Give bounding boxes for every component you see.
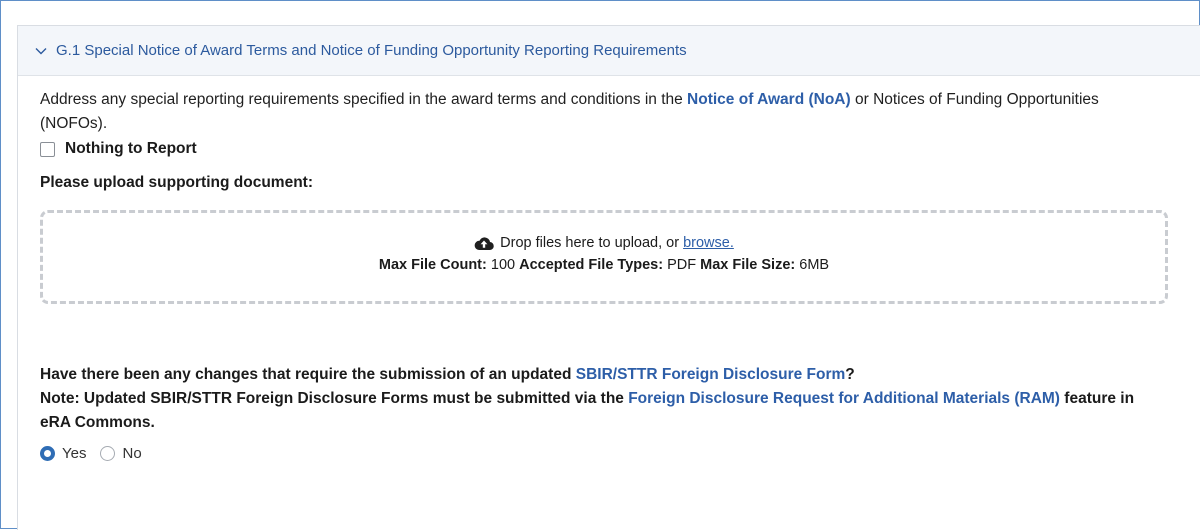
intro-text: Address any special reporting requiremen…: [40, 88, 1170, 136]
file-types-value: PDF: [667, 257, 697, 273]
chevron-down-icon[interactable]: [32, 42, 50, 60]
section-title: G.1 Special Notice of Award Terms and No…: [56, 42, 687, 59]
radio-yes[interactable]: [40, 446, 55, 461]
max-size-label: Max File Size:: [700, 257, 796, 273]
nothing-to-report-label[interactable]: Nothing to Report: [65, 140, 197, 158]
foreign-disclosure-form-link[interactable]: SBIR/STTR Foreign Disclosure Form: [576, 366, 846, 383]
upload-constraints: Max File Count: 100 Accepted File Types:…: [379, 257, 829, 273]
disclosure-question: Have there been any changes that require…: [40, 363, 1160, 435]
foreign-disclosure-ram-link[interactable]: Foreign Disclosure Request for Additiona…: [628, 390, 1060, 407]
section-body: Address any special reporting requiremen…: [18, 88, 1200, 462]
radio-no[interactable]: [100, 446, 116, 461]
cloud-upload-icon: [474, 236, 494, 251]
window-frame: G.1 Special Notice of Award Terms and No…: [0, 0, 1200, 530]
question-text-after: ?: [845, 366, 855, 383]
max-count-value: 100: [490, 257, 516, 273]
disclosure-radio-group: Yes No: [40, 445, 1179, 462]
section-header[interactable]: G.1 Special Notice of Award Terms and No…: [18, 26, 1200, 76]
question-note: Note: Updated SBIR/STTR Foreign Disclosu…: [40, 387, 1160, 435]
nothing-to-report-checkbox[interactable]: [40, 141, 55, 157]
nothing-to-report-row[interactable]: Nothing to Report: [40, 140, 1179, 158]
question-line: Have there been any changes that require…: [40, 363, 1160, 387]
intro-text-before: Address any special reporting requiremen…: [40, 91, 688, 108]
radio-yes-label[interactable]: Yes: [62, 445, 86, 462]
file-types-label: Accepted File Types:: [519, 257, 664, 273]
upload-label: Please upload supporting document:: [40, 174, 313, 191]
dropzone-prompt: Drop files here to upload, or browse.: [474, 235, 734, 251]
section-panel: G.1 Special Notice of Award Terms and No…: [17, 25, 1200, 530]
dropzone-text: Drop files here to upload, or: [500, 235, 680, 251]
radio-no-label[interactable]: No: [122, 445, 141, 462]
note-text-before: Note: Updated SBIR/STTR Foreign Disclosu…: [40, 390, 629, 407]
question-text-before: Have there been any changes that require…: [40, 366, 576, 383]
max-size-value: 6MB: [799, 257, 830, 273]
browse-link[interactable]: browse.: [683, 235, 734, 251]
notice-of-award-link[interactable]: Notice of Award (NoA): [687, 91, 851, 108]
max-count-label: Max File Count:: [378, 257, 487, 273]
file-dropzone[interactable]: Drop files here to upload, or browse. Ma…: [40, 210, 1168, 304]
